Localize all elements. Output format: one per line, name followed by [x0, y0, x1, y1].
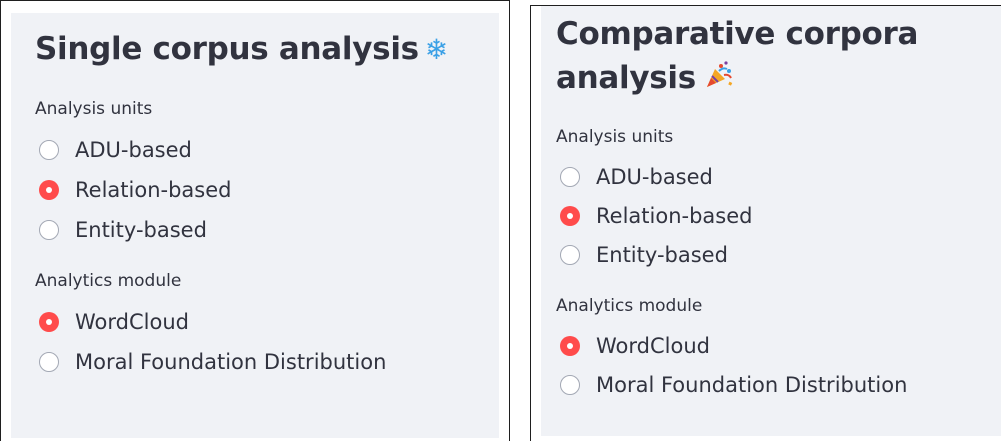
single-radio-wordcloud-label[interactable]: WordCloud [75, 310, 189, 334]
radio-checked-icon[interactable] [560, 206, 580, 226]
single-analytics-module-group: Analytics module WordCloud Moral Foundat… [35, 270, 499, 382]
comparative-analysis-units-group: Analysis units ADU-based Relation-based … [556, 126, 1001, 275]
comparative-radio-adu-based[interactable]: ADU-based [556, 158, 1001, 197]
comparative-title-line2: analysis [556, 60, 696, 96]
radio-unchecked-icon[interactable] [39, 352, 59, 372]
comparative-radio-entity-based-label[interactable]: Entity-based [596, 243, 728, 267]
comparative-radio-relation-based-label[interactable]: Relation-based [596, 204, 752, 228]
single-radio-relation-based-label[interactable]: Relation-based [75, 178, 231, 202]
radio-checked-icon[interactable] [39, 312, 59, 332]
comparative-radio-wordcloud[interactable]: WordCloud [556, 327, 1001, 366]
comparative-radio-wordcloud-label[interactable]: WordCloud [596, 334, 710, 358]
comparative-radio-relation-based[interactable]: Relation-based [556, 197, 1001, 236]
comparative-title-line1: Comparative corpora [556, 16, 919, 52]
single-analytics-module-label: Analytics module [35, 271, 182, 291]
comparative-radio-adu-based-label[interactable]: ADU-based [596, 165, 713, 189]
comparative-analytics-module-radio-group: WordCloud Moral Foundation Distribution [556, 327, 1001, 405]
comparative-radio-moral-foundation[interactable]: Moral Foundation Distribution [556, 366, 1001, 405]
radio-checked-icon[interactable] [560, 336, 580, 356]
screenshot-stage: Single corpus analysis ❄ Analysis units A… [0, 0, 1001, 441]
single-corpus-title: Single corpus analysis ❄ [35, 27, 499, 72]
comparative-corpora-title: Comparative corpora analysis [556, 12, 936, 102]
single-radio-adu-based-label[interactable]: ADU-based [75, 138, 192, 162]
comparative-analysis-units-radio-group: ADU-based Relation-based Entity-based [556, 158, 1001, 275]
single-analysis-units-radio-group: ADU-based Relation-based Entity-based [35, 130, 499, 250]
radio-unchecked-icon[interactable] [39, 220, 59, 240]
single-radio-moral-foundation-label[interactable]: Moral Foundation Distribution [75, 350, 386, 374]
radio-unchecked-icon[interactable] [39, 140, 59, 160]
single-corpus-title-text: Single corpus analysis [35, 31, 419, 67]
snowflake-icon: ❄ [424, 33, 448, 66]
single-radio-wordcloud[interactable]: WordCloud [35, 302, 499, 342]
single-analytics-module-radio-group: WordCloud Moral Foundation Distribution [35, 302, 499, 382]
single-analysis-units-group: Analysis units ADU-based Relation-based … [35, 98, 499, 250]
comparative-corpora-panel: Comparative corpora analysis Analysis uni… [530, 5, 1001, 441]
single-analysis-units-label: Analysis units [35, 99, 153, 119]
radio-unchecked-icon[interactable] [560, 375, 580, 395]
comparative-analytics-module-group: Analytics module WordCloud Moral Foundat… [556, 295, 1001, 405]
comparative-radio-entity-based[interactable]: Entity-based [556, 236, 1001, 275]
radio-unchecked-icon[interactable] [560, 245, 580, 265]
single-corpus-sidebar: Single corpus analysis ❄ Analysis units A… [11, 13, 499, 438]
radio-unchecked-icon[interactable] [560, 167, 580, 187]
single-radio-moral-foundation[interactable]: Moral Foundation Distribution [35, 342, 499, 382]
single-radio-entity-based[interactable]: Entity-based [35, 210, 499, 250]
single-corpus-panel: Single corpus analysis ❄ Analysis units A… [0, 0, 510, 441]
comparative-analysis-units-label: Analysis units [556, 126, 674, 147]
single-radio-adu-based[interactable]: ADU-based [35, 130, 499, 170]
comparative-analytics-module-label: Analytics module [556, 295, 703, 316]
radio-checked-icon[interactable] [39, 180, 59, 200]
comparative-radio-moral-foundation-label[interactable]: Moral Foundation Distribution [596, 373, 907, 397]
comparative-corpora-sidebar: Comparative corpora analysis Analysis uni… [541, 6, 1001, 436]
single-radio-entity-based-label[interactable]: Entity-based [75, 218, 207, 242]
single-radio-relation-based[interactable]: Relation-based [35, 170, 499, 210]
party-popper-icon [704, 58, 734, 102]
